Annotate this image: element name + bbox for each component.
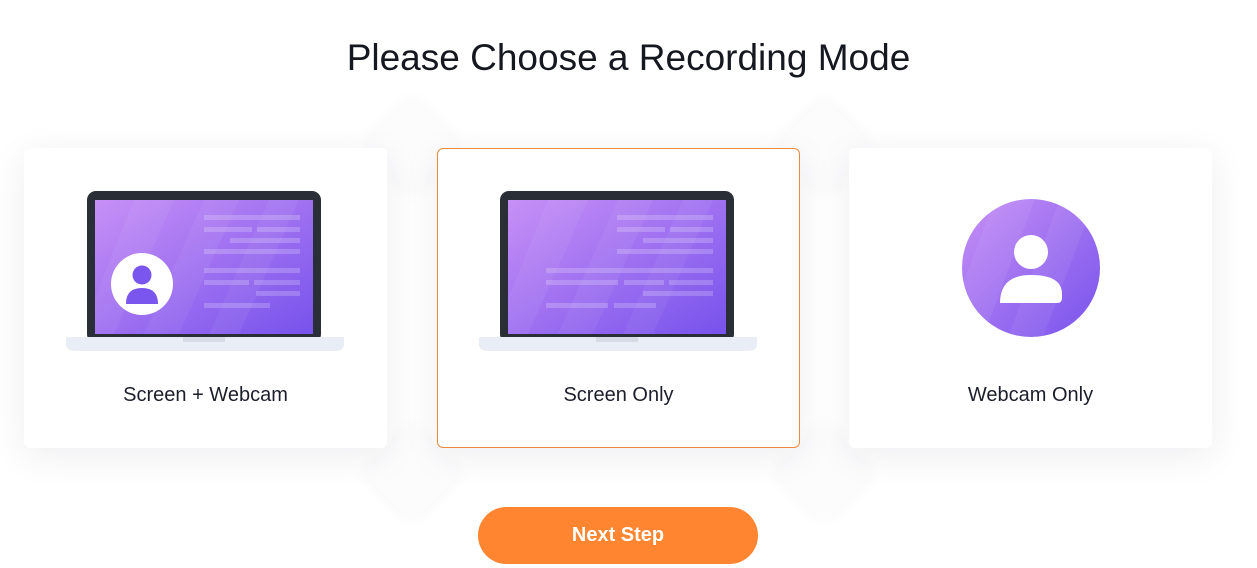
mode-card-webcam-only[interactable]: Webcam Only <box>849 148 1212 448</box>
mode-card-screen-webcam[interactable]: Screen + Webcam <box>24 148 387 448</box>
mode-card-screen-only[interactable]: Screen Only <box>437 148 800 448</box>
mode-label: Screen + Webcam <box>123 384 288 406</box>
mode-label: Webcam Only <box>967 384 1094 406</box>
mode-label: Screen Only <box>563 384 674 406</box>
user-avatar-icon <box>962 199 1100 337</box>
next-step-button[interactable]: Next Step <box>478 507 758 564</box>
page-title: Please Choose a Recording Mode <box>346 37 911 78</box>
laptop-with-webcam-icon <box>66 191 344 351</box>
laptop-screen-icon <box>479 191 757 351</box>
